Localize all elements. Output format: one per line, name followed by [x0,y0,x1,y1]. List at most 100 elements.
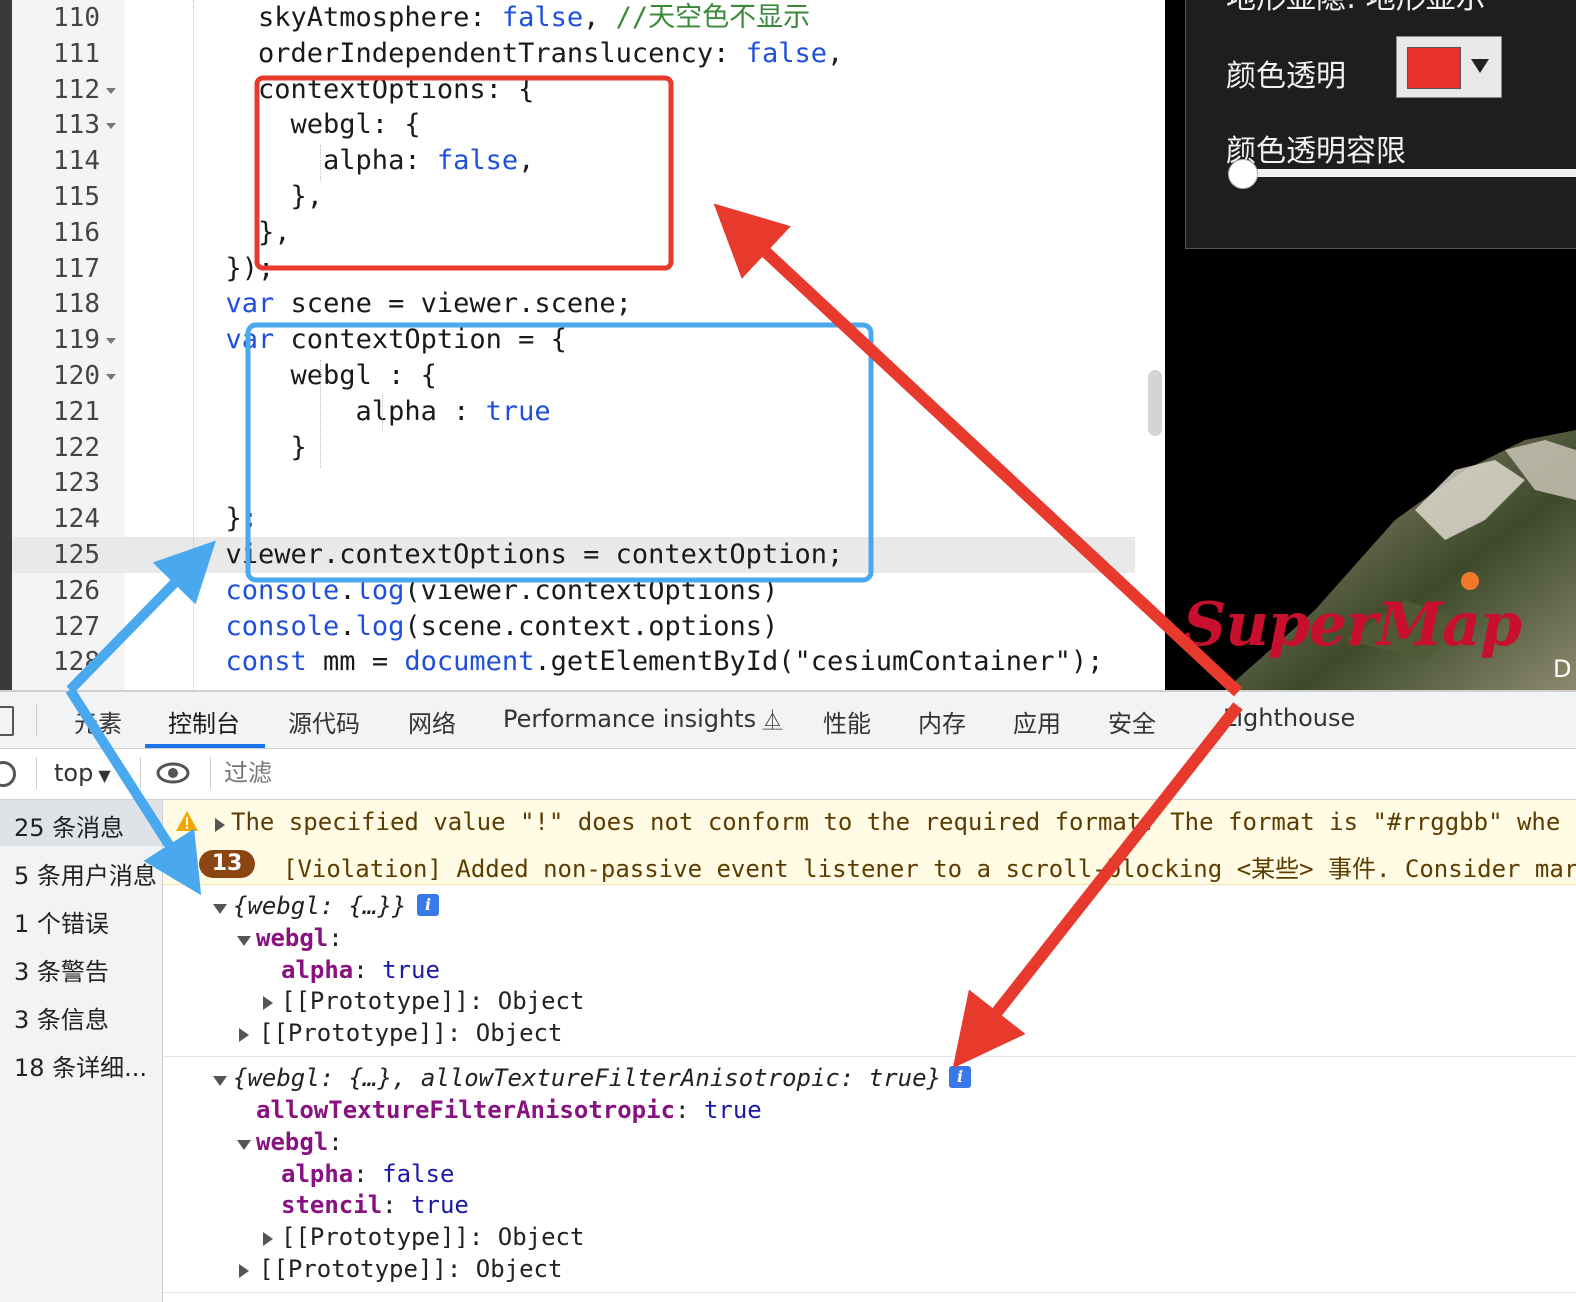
expand-triangle[interactable] [237,936,251,946]
code-line[interactable]: 120 webgl : { [0,358,1165,394]
expand-triangle[interactable] [239,1028,249,1042]
prototype-value: Object [475,1255,563,1283]
expand-triangle[interactable] [263,1232,273,1246]
warning-message-row[interactable]: The specified value "!" does not conform… [163,800,1576,885]
sidebar-item-all-messages[interactable]: 25 条消息 [0,800,162,846]
code-line[interactable]: 124 }; [0,501,1165,537]
tab-memory[interactable]: 内存 [918,704,966,739]
code-token: //天空色不显示 [615,2,811,33]
line-number: 115 [53,182,100,212]
property-row: webgl: [256,924,343,952]
line-number: 122 [53,432,100,463]
tab-application[interactable]: 应用 [1013,704,1061,739]
code-line[interactable]: 110 skyAtmosphere: false, //天空色不显示 [0,0,1165,36]
context-value: top [54,759,94,787]
code-token: false [436,145,519,177]
code-text: console.log(viewer.contextOptions) [193,573,779,609]
code-line[interactable]: 119 var contextOption = { [0,322,1165,358]
row-separator [163,1292,1576,1293]
devtools-panel: 元素 控制台 源代码 网络 Performance insights ⏅ 性能 … [0,690,1576,1302]
code-text: webgl : { [193,358,437,394]
tolerance-slider-track[interactable] [1228,169,1576,177]
code-line[interactable]: 116 }, [0,215,1165,251]
tab-elements[interactable]: 元素 [74,704,122,739]
code-token: }, [193,181,324,212]
editor-scrollbar[interactable] [1148,370,1162,436]
code-line[interactable]: 125 viewer.contextOptions = contextOptio… [0,537,1165,573]
code-line[interactable]: 111 orderIndependentTranslucency: false, [0,36,1165,72]
expand-triangle[interactable] [213,904,227,914]
code-line[interactable]: 115 }, [0,179,1165,215]
expand-triangle[interactable] [215,818,225,832]
property-value: true [411,1191,469,1219]
tab-lighthouse[interactable]: Lighthouse [1223,704,1355,732]
code-line[interactable]: 126 console.log(viewer.contextOptions) [0,573,1165,609]
code-token: const [225,646,307,678]
fold-arrow-icon[interactable] [106,123,116,130]
context-select[interactable]: top ▼ [54,759,111,787]
chevron-down-icon: ▼ [93,766,111,785]
fold-arrow-icon[interactable] [106,374,116,380]
info-icon[interactable]: i [949,1066,971,1088]
line-number: 114 [53,146,100,177]
prototype-row: [[Prototype]]: Object [259,1019,563,1047]
tab-network[interactable]: 网络 [408,704,456,739]
prototype-value: Object [497,1223,585,1251]
code-line[interactable]: 128 const mm = document.getElementById("… [0,644,1165,680]
code-token: . [339,574,356,606]
line-number: 116 [53,217,100,248]
dock-icon[interactable] [0,706,14,736]
color-picker[interactable] [1396,36,1502,98]
sidebar-item-verbose[interactable]: 18 条详细... [14,1048,147,1083]
sidebar-item-user-messages[interactable]: 5 条用户消息 [14,856,157,891]
code-text: skyAtmosphere: false, //天空色不显示 [193,0,810,36]
fold-arrow-icon[interactable] [106,87,116,94]
sidebar-item-errors[interactable]: 1 个错误 [14,904,109,939]
console-output: The specified value "!" does not conform… [163,800,1576,1302]
tolerance-slider-handle[interactable] [1228,159,1258,189]
code-token: scene = viewer.scene; [274,288,632,320]
eye-icon[interactable] [156,761,190,785]
indent-guide [320,145,321,181]
control-panel: 地形显隐: 地形显示 颜色透明 颜色透明容限 [1185,0,1576,249]
property-key: stencil [281,1191,383,1219]
code-line[interactable]: 118 var scene = viewer.scene; [0,286,1165,322]
expand-triangle[interactable] [263,996,273,1010]
map-viewer[interactable]: 地形显隐: 地形显示 颜色透明 颜色透明容限 SuperMap D [1165,0,1576,690]
code-line[interactable]: 114 alpha: false, [0,143,1165,179]
filter-input[interactable] [222,755,1566,791]
code-token: , [518,145,535,177]
code-text: console.log(scene.context.options) [193,609,779,645]
tab-sources[interactable]: 源代码 [288,704,360,739]
tab-console[interactable]: 控制台 [168,704,240,739]
info-icon[interactable]: i [417,894,439,916]
expand-triangle[interactable] [237,1140,251,1150]
code-line[interactable]: 121 alpha : true [0,394,1165,430]
tab-performance[interactable]: 性能 [823,704,871,739]
fold-arrow-icon[interactable] [106,338,116,345]
expand-triangle[interactable] [213,1076,227,1086]
code-editor[interactable]: 110 skyAtmosphere: false, //天空色不显示 111 or… [0,0,1165,690]
code-line[interactable]: 122 } [0,430,1165,466]
sidebar-item-info[interactable]: 3 条信息 [14,1000,109,1035]
code-line[interactable]: 123 [0,465,1165,501]
code-text: }; [193,501,259,537]
prototype-row: [[Prototype]]: Object [281,987,585,1015]
sidebar-item-warnings[interactable]: 3 条警告 [14,952,109,987]
chevron-down-icon [1471,59,1489,73]
tab-performance-insights[interactable]: Performance insights ⏅ [503,704,782,733]
line-number: 126 [53,575,100,606]
code-line[interactable]: 127 console.log(scene.context.options) [0,609,1165,645]
code-line[interactable]: 112 contextOptions: { [0,72,1165,108]
prototype-value: Object [497,987,585,1015]
clear-console-icon[interactable] [0,761,16,787]
line-number: 121 [53,396,100,427]
code-line[interactable]: 117 }); [0,251,1165,287]
tab-security[interactable]: 安全 [1108,704,1156,739]
expand-triangle[interactable] [239,1264,249,1278]
code-token: }, [193,216,291,248]
code-text: alpha: false, [193,143,534,179]
code-line[interactable]: 113 webgl: { [0,107,1165,143]
code-token: contextOptions: { [193,73,535,105]
